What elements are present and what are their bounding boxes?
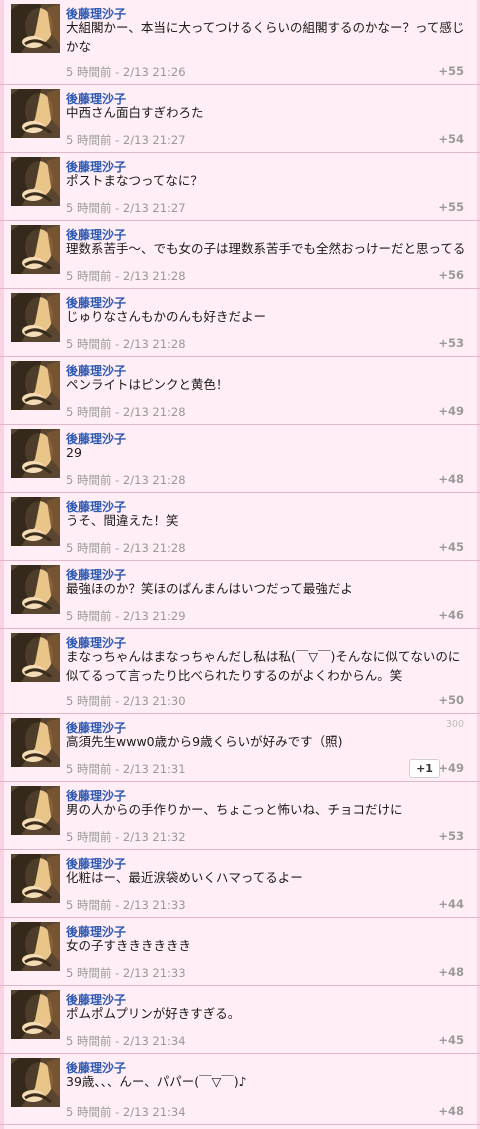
comment-timestamp: 5 時間前 - 2/13 21:28 xyxy=(66,473,186,487)
avatar[interactable] xyxy=(11,361,60,410)
avatar-photo xyxy=(11,922,60,971)
comment-row: 後藤理沙子 大組閣かー、本当に大ってつけるくらいの組閣するのかなー？って感じかな 5… xyxy=(0,0,480,85)
avatar-photo xyxy=(11,429,60,478)
avatar-photo xyxy=(11,565,60,614)
comment-score: +44 xyxy=(438,897,464,911)
comment-text: 中西さん面白すぎわろた xyxy=(66,105,204,120)
avatar-photo xyxy=(11,157,60,206)
comment-timestamp: 5 時間前 - 2/13 21:33 xyxy=(66,966,186,980)
avatar-photo xyxy=(11,225,60,274)
comment-row: 後藤理沙子 ポムポムプリンが好きすぎる。 5 時間前 - 2/13 21:34 +45 xyxy=(0,986,480,1054)
comment-text: 理数系苦手〜、でも女の子は理数系苦手でも全然おっけーだと思ってる xyxy=(66,241,466,256)
avatar-photo xyxy=(11,497,60,546)
comment-text: まなっちゃんはまなっちゃんだし私は私(￣▽￣)そんなに似てないのに似てるって言っ… xyxy=(66,649,461,683)
comment-text: 39歳、、、んー、パパー(￣▽￣)♪ xyxy=(66,1074,247,1089)
comment-row: 後藤理沙子 女の子すきききききき 5 時間前 - 2/13 21:33 +48 xyxy=(0,918,480,986)
avatar[interactable] xyxy=(11,922,60,971)
comment-feed: 後藤理沙子 大組閣かー、本当に大ってつけるくらいの組閣するのかなー？って感じかな 5… xyxy=(0,0,480,1125)
comment-score: +55 xyxy=(438,64,464,78)
comment-timestamp: 5 時間前 - 2/13 21:29 xyxy=(66,609,186,623)
comment-row: 後藤理沙子 39歳、、、んー、パパー(￣▽￣)♪ 5 時間前 - 2/13 21:3… xyxy=(0,1054,480,1125)
plus-one-button[interactable]: +1 xyxy=(409,759,440,778)
comment-score: +45 xyxy=(438,1033,464,1047)
avatar[interactable] xyxy=(11,225,60,274)
comment-score: +53 xyxy=(438,336,464,350)
avatar[interactable] xyxy=(11,89,60,138)
comment-row: 後藤理沙子 ペンライトはピンクと黄色！ 5 時間前 - 2/13 21:28 +49 xyxy=(0,357,480,425)
comment-score: +45 xyxy=(438,540,464,554)
comment-row: 後藤理沙子 じゅりなさんもかのんも好きだよー 5 時間前 - 2/13 21:28 +… xyxy=(0,289,480,357)
comment-timestamp: 5 時間前 - 2/13 21:28 xyxy=(66,405,186,419)
comment-text: ペンライトはピンクと黄色！ xyxy=(66,377,229,392)
comment-row: 後藤理沙子 高須先生www0歳から9歳くらいが好みです（照) 5 時間前 - 2/1… xyxy=(0,714,480,782)
comment-row: 後藤理沙子 理数系苦手〜、でも女の子は理数系苦手でも全然おっけーだと思ってる 5 時… xyxy=(0,221,480,289)
comment-text: 高須先生www0歳から9歳くらいが好みです（照) xyxy=(66,734,343,749)
comment-row: 後藤理沙子 最強ほのか？笑ほのぱんまんはいつだって最強だよ 5 時間前 - 2/13… xyxy=(0,561,480,629)
avatar-photo xyxy=(11,718,60,767)
avatar-photo xyxy=(11,1058,60,1107)
comment-text: 女の子すきききききき xyxy=(66,938,192,953)
comment-timestamp: 5 時間前 - 2/13 21:34 xyxy=(66,1034,186,1048)
avatar-photo xyxy=(11,361,60,410)
avatar-photo xyxy=(11,4,60,53)
comment-timestamp: 5 時間前 - 2/13 21:28 xyxy=(66,269,186,283)
avatar[interactable] xyxy=(11,854,60,903)
comment-timestamp: 5 時間前 - 2/13 21:31 xyxy=(66,762,186,776)
avatar-photo xyxy=(11,293,60,342)
comment-text: じゅりなさんもかのんも好きだよー xyxy=(66,309,267,324)
comment-text: 最強ほのか？笑ほのぱんまんはいつだって最強だよ xyxy=(66,581,353,596)
avatar[interactable] xyxy=(11,497,60,546)
avatar-photo xyxy=(11,990,60,1039)
comment-score: +56 xyxy=(438,268,464,282)
comment-text: 29 xyxy=(66,445,82,460)
comment-text: 男の人からの手作りかー、ちょこっと怖いね、チョコだけに xyxy=(66,802,403,817)
comment-score: +46 xyxy=(438,608,464,622)
comment-timestamp: 5 時間前 - 2/13 21:28 xyxy=(66,337,186,351)
comment-timestamp: 5 時間前 - 2/13 21:28 xyxy=(66,541,186,555)
comment-timestamp: 5 時間前 - 2/13 21:32 xyxy=(66,830,186,844)
avatar[interactable] xyxy=(11,565,60,614)
comment-row: 後藤理沙子 ポストまなつってなに？ 5 時間前 - 2/13 21:27 +55 xyxy=(0,153,480,221)
comment-text: 大組閣かー、本当に大ってつけるくらいの組閣するのかなー？って感じかな xyxy=(66,20,465,54)
comment-score: +53 xyxy=(438,829,464,843)
comment-row: 後藤理沙子 中西さん面白すぎわろた 5 時間前 - 2/13 21:27 +54 xyxy=(0,85,480,153)
comment-timestamp: 5 時間前 - 2/13 21:26 xyxy=(66,65,186,79)
avatar-photo xyxy=(11,854,60,903)
comment-score: +55 xyxy=(438,200,464,214)
avatar-photo xyxy=(11,89,60,138)
comment-score: +48 xyxy=(438,472,464,486)
comment-timestamp: 5 時間前 - 2/13 21:33 xyxy=(66,898,186,912)
comment-row: 後藤理沙子 うそ、間違えた！笑 5 時間前 - 2/13 21:28 +45 xyxy=(0,493,480,561)
avatar-photo xyxy=(11,786,60,835)
comment-timestamp: 5 時間前 - 2/13 21:27 xyxy=(66,201,186,215)
comment-score: +54 xyxy=(438,132,464,146)
comment-timestamp: 5 時間前 - 2/13 21:30 xyxy=(66,694,186,708)
comment-text: うそ、間違えた！笑 xyxy=(66,513,179,528)
avatar[interactable] xyxy=(11,1058,60,1107)
avatar-photo xyxy=(11,633,60,682)
comment-text: ポムポムプリンが好きすぎる。 xyxy=(66,1006,241,1021)
comment-row: 後藤理沙子 男の人からの手作りかー、ちょこっと怖いね、チョコだけに 5 時間前 - … xyxy=(0,782,480,850)
comment-score: +49 xyxy=(438,761,464,775)
comment-row: 後藤理沙子 29 5 時間前 - 2/13 21:28 +48 xyxy=(0,425,480,493)
avatar[interactable] xyxy=(11,157,60,206)
avatar[interactable] xyxy=(11,990,60,1039)
comment-text: ポストまなつってなに？ xyxy=(66,173,203,188)
comment-row: 後藤理沙子 まなっちゃんはまなっちゃんだし私は私(￣▽￣)そんなに似てないのに似て… xyxy=(0,629,480,714)
comment-score: +48 xyxy=(438,965,464,979)
avatar[interactable] xyxy=(11,293,60,342)
avatar[interactable] xyxy=(11,718,60,767)
comment-timestamp: 5 時間前 - 2/13 21:27 xyxy=(66,133,186,147)
comment-text: 化粧はー、最近涙袋めいくハマってるよー xyxy=(66,870,303,885)
comment-row: 後藤理沙子 化粧はー、最近涙袋めいくハマってるよー 5 時間前 - 2/13 21:… xyxy=(0,850,480,918)
avatar[interactable] xyxy=(11,633,60,682)
avatar[interactable] xyxy=(11,786,60,835)
comment-score: +48 xyxy=(438,1104,464,1118)
badge-count: 300 xyxy=(445,719,464,730)
avatar[interactable] xyxy=(11,429,60,478)
comment-score: +49 xyxy=(438,404,464,418)
avatar[interactable] xyxy=(11,4,60,53)
comment-timestamp: 5 時間前 - 2/13 21:34 xyxy=(66,1105,186,1119)
comment-score: +50 xyxy=(438,693,464,707)
